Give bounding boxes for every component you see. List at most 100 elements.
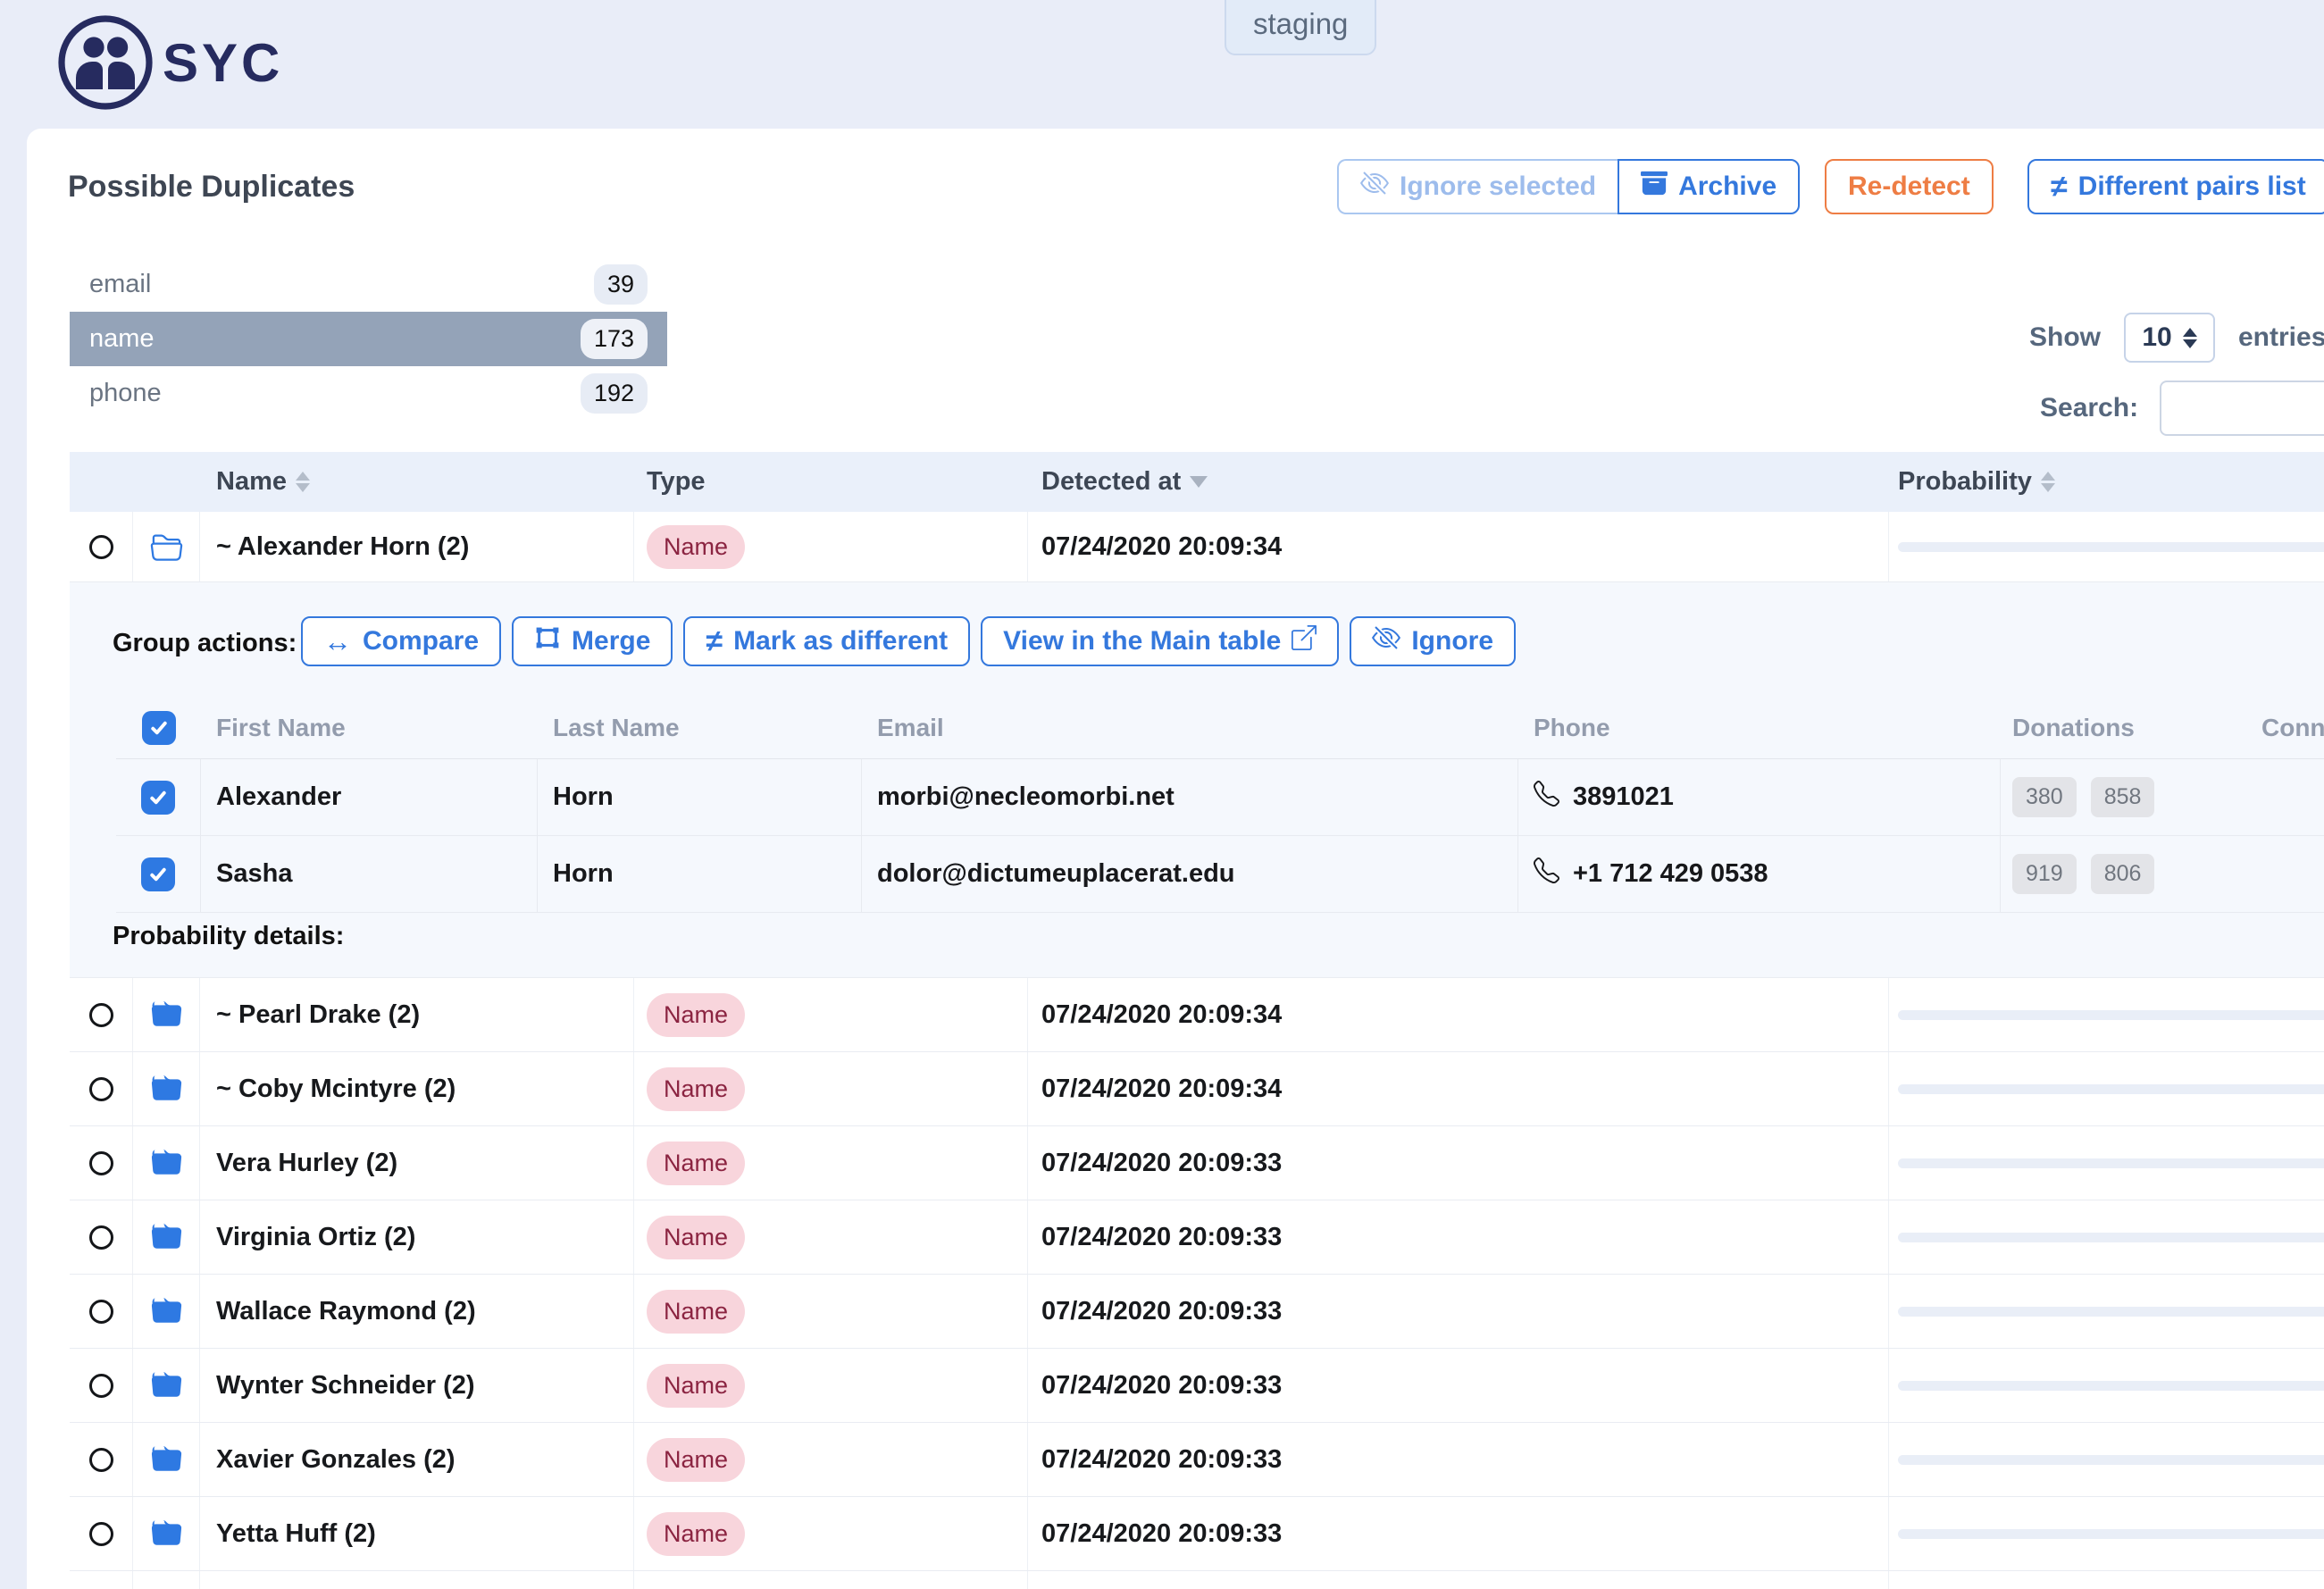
sort-icon: [296, 472, 310, 492]
column-header-name[interactable]: Name: [200, 452, 634, 512]
row-radio[interactable]: [89, 535, 113, 559]
folder-icon[interactable]: [133, 978, 200, 1051]
table-row[interactable]: ~ Coby Mcintyre (2) Name 07/24/2020 20:0…: [70, 1052, 2324, 1126]
archive-button[interactable]: Archive: [1618, 159, 1800, 214]
filter-item-name[interactable]: name 173: [70, 312, 667, 366]
detected-at: 07/24/2020 20:09:34: [1041, 1075, 1282, 1104]
folder-icon[interactable]: [133, 1423, 200, 1496]
subcolumn-connections: Connections: [2251, 697, 2324, 758]
subcolumn-donations: Donations: [2001, 697, 2251, 758]
expanded-group-panel: Group actions: ↔ Compare: [70, 582, 2324, 978]
record-first-name: Sasha: [201, 836, 538, 912]
table-row[interactable]: ~ Alexander Horn (2) Name 07/24/2020 20:…: [70, 512, 2324, 582]
row-radio[interactable]: [89, 1374, 113, 1398]
folder-icon[interactable]: [133, 1497, 200, 1570]
archive-icon: [1641, 170, 1668, 204]
detected-at: 07/24/2020 20:09:33: [1041, 1297, 1282, 1326]
table-row[interactable]: Yetta Huff (2) Name 07/24/2020 20:09:33: [70, 1497, 2324, 1571]
detected-at: 07/24/2020 20:09:34: [1041, 1000, 1282, 1030]
search-input[interactable]: [2160, 381, 2324, 436]
record-checkbox[interactable]: [141, 781, 175, 815]
folder-icon[interactable]: [133, 1349, 200, 1422]
column-header-detected-at[interactable]: Detected at: [1028, 452, 1889, 512]
show-label: Show: [2029, 322, 2101, 353]
row-radio[interactable]: [89, 1225, 113, 1250]
table-row[interactable]: Xavier Gonzales (2) Name 07/24/2020 20:0…: [70, 1423, 2324, 1497]
table-row[interactable]: Vera Hurley (2) Name 07/24/2020 20:09:33: [70, 1126, 2324, 1200]
record-row[interactable]: Alexander Horn morbi@necleomorbi.net 389…: [116, 759, 2324, 836]
detected-at: 07/24/2020 20:09:33: [1041, 1519, 1282, 1549]
group-name: Yetta Huff (2): [216, 1519, 376, 1549]
merge-button[interactable]: Merge: [512, 616, 673, 666]
select-arrows-icon: [2183, 328, 2197, 348]
open-folder-icon[interactable]: [133, 512, 200, 581]
filter-count-badge: 192: [581, 373, 648, 414]
detected-at: 07/24/2020 20:09:33: [1041, 1371, 1282, 1401]
record-checkbox[interactable]: [141, 857, 175, 891]
probability-bar: [1898, 1307, 2324, 1317]
donation-badge: 380: [2012, 777, 2077, 817]
column-header-probability[interactable]: Probability: [1889, 452, 2324, 512]
page-size-select[interactable]: 10: [2124, 313, 2215, 363]
folder-icon[interactable]: [133, 1126, 200, 1200]
row-radio[interactable]: [89, 1077, 113, 1101]
table-row[interactable]: Wallace Raymond (2) Name 07/24/2020 20:0…: [70, 1275, 2324, 1349]
type-badge: Name: [647, 1290, 745, 1334]
filter-item-phone[interactable]: phone 192: [70, 366, 667, 421]
entries-label: entries: [2238, 322, 2324, 353]
ignore-button[interactable]: Ignore: [1350, 616, 1516, 666]
row-radio[interactable]: [89, 1300, 113, 1324]
topbar: SYC staging: [0, 0, 2324, 129]
logo-people-icon: [55, 13, 155, 113]
row-radio[interactable]: [89, 1448, 113, 1472]
select-all-checkbox[interactable]: [142, 711, 176, 745]
group-name: Vera Hurley (2): [216, 1149, 397, 1178]
search-label: Search:: [2040, 393, 2138, 423]
record-row[interactable]: Sasha Horn dolor@dictumeuplacerat.edu +1…: [116, 836, 2324, 913]
group-name: Wynter Schneider (2): [216, 1371, 475, 1401]
type-badge: Name: [647, 525, 745, 569]
view-in-main-table-button[interactable]: View in the Main table: [981, 616, 1339, 666]
phone-icon: [1534, 781, 1559, 814]
redetect-button[interactable]: Re-detect: [1825, 159, 1994, 214]
type-badge: Name: [647, 1067, 745, 1111]
eye-slash-icon: [1372, 623, 1400, 659]
table-row[interactable]: Virginia Ortiz (2) Name 07/24/2020 20:09…: [70, 1200, 2324, 1275]
record-last-name: Horn: [538, 759, 862, 835]
different-pairs-button[interactable]: ≠ Different pairs list: [2027, 159, 2324, 214]
ignore-selected-button[interactable]: Ignore selected: [1337, 159, 1618, 214]
group-name: ~ Coby Mcintyre (2): [216, 1075, 456, 1104]
type-badge: Name: [647, 1438, 745, 1482]
different-pairs-label: Different pairs list: [2078, 171, 2306, 202]
probability-bar: [1898, 1233, 2324, 1242]
row-radio[interactable]: [89, 1522, 113, 1546]
mark-as-different-button[interactable]: ≠ Mark as different: [683, 616, 970, 666]
ignore-selected-label: Ignore selected: [1400, 171, 1596, 202]
eye-slash-icon: [1360, 169, 1389, 205]
archive-label: Archive: [1678, 171, 1776, 202]
app-logo[interactable]: SYC: [55, 13, 283, 113]
compare-button[interactable]: ↔ Compare: [301, 616, 501, 666]
folder-icon[interactable]: [133, 1200, 200, 1274]
folder-icon[interactable]: [133, 1275, 200, 1348]
filter-item-email[interactable]: email 39: [70, 257, 667, 312]
group-name: Virginia Ortiz (2): [216, 1223, 415, 1252]
table-row[interactable]: Wynter Schneider (2) Name 07/24/2020 20:…: [70, 1349, 2324, 1423]
row-radio[interactable]: [89, 1151, 113, 1175]
subcolumn-phone: Phone: [1518, 697, 2001, 758]
table-row[interactable]: ~ Pearl Drake (2) Name 07/24/2020 20:09:…: [70, 978, 2324, 1052]
probability-bar: [1898, 1010, 2324, 1020]
table-header-row: Name Type Detected at Probability: [70, 452, 2324, 512]
group-actions-label: Group actions:: [113, 629, 297, 658]
brand-name: SYC: [163, 32, 283, 94]
table-row[interactable]: [70, 1571, 2324, 1589]
probability-bar: [1898, 1381, 2324, 1391]
row-radio[interactable]: [89, 1003, 113, 1027]
compare-arrows-icon: ↔: [323, 627, 352, 656]
filter-label: name: [89, 324, 155, 354]
record-last-name: Horn: [538, 836, 862, 912]
folder-icon[interactable]: [133, 1052, 200, 1125]
merge-icon: [534, 624, 561, 658]
duplicate-type-filters: email 39 name 173 phone 192: [70, 257, 667, 421]
type-badge: Name: [647, 1142, 745, 1185]
